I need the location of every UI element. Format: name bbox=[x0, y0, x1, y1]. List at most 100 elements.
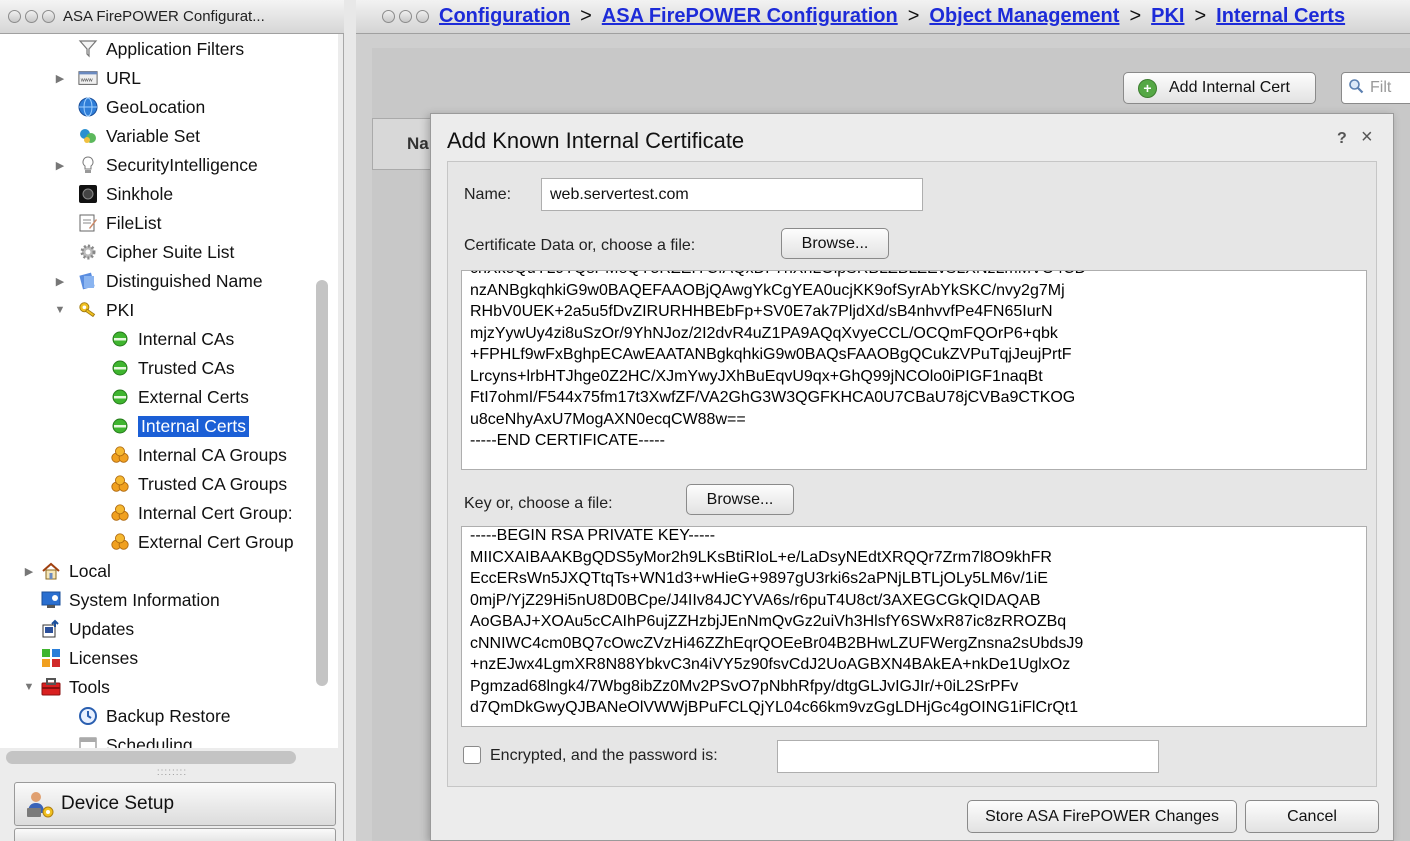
tree-item-label: FileList bbox=[106, 212, 162, 233]
breadcrumb-separator: > bbox=[580, 5, 592, 27]
window-minimize-button[interactable] bbox=[25, 10, 38, 23]
encrypted-checkbox[interactable] bbox=[463, 746, 481, 764]
window-zoom-button[interactable] bbox=[42, 10, 55, 23]
key-text-line: Pgmzad68lngk4/7Wbg8ibZz0Mv2PSvO7pNbhRfpy… bbox=[470, 677, 1019, 695]
certificate-browse-button[interactable]: Browse... bbox=[781, 228, 889, 259]
disclosure-collapsed-icon[interactable]: ▶ bbox=[54, 159, 66, 172]
tree-vertical-scroll-thumb[interactable] bbox=[316, 280, 328, 686]
breadcrumb-object-management[interactable]: Object Management bbox=[929, 5, 1119, 28]
tree-item-internal-cas[interactable]: Internal CAs bbox=[110, 325, 234, 354]
tree-item-label: URL bbox=[106, 67, 142, 88]
dialog-title: Add Known Internal Certificate bbox=[447, 128, 745, 153]
tree-item-licenses[interactable]: Licenses bbox=[41, 644, 138, 673]
tree-item-tools[interactable]: ▼ Tools bbox=[24, 673, 110, 702]
tree-item-scheduling[interactable]: Scheduling bbox=[78, 731, 193, 748]
breadcrumb-pki[interactable]: PKI bbox=[1151, 5, 1184, 28]
tree-item-label: GeoLocation bbox=[106, 96, 206, 117]
certificate-text-line: u8ceNhyAxU7MogAXN0ecqCW88w== bbox=[470, 410, 746, 428]
key-textarea[interactable]: -----BEGIN RSA PRIVATE KEY----- MIICXAIBA… bbox=[461, 526, 1367, 727]
tree-item-distinguished-name[interactable]: ▶ Distinguished Name bbox=[56, 267, 263, 296]
tree-item-geolocation[interactable]: GeoLocation bbox=[78, 93, 205, 122]
table-header-name-label: Na bbox=[407, 134, 429, 153]
dialog-form-panel: Name: web.servertest.com Certificate Dat… bbox=[447, 161, 1377, 787]
certificate-text-line: Lrcyns+lrbHTJhge0Z2HC/XJmYwyJXhBuEqvU9qx… bbox=[470, 367, 1043, 385]
tree-item-trusted-cas[interactable]: Trusted CAs bbox=[110, 354, 235, 383]
tree-item-label: Distinguished Name bbox=[106, 270, 263, 291]
toolbox-icon bbox=[41, 677, 61, 697]
breadcrumb-separator: > bbox=[1129, 5, 1142, 27]
tree-item-variable-set[interactable]: Variable Set bbox=[78, 122, 200, 151]
tree-item-label: Variable Set bbox=[106, 125, 201, 146]
disclosure-expanded-icon[interactable]: ▼ bbox=[23, 681, 35, 693]
breadcrumb-separator: > bbox=[1194, 5, 1207, 27]
key-text-line: MIICXAIBAAKBgQDS5yMor2h9LKsBtiRIoL+e/LaD… bbox=[470, 548, 1052, 566]
right-minimize-button[interactable] bbox=[399, 10, 412, 23]
cancel-button[interactable]: Cancel bbox=[1245, 800, 1379, 833]
certificate-data-textarea[interactable]: cnXkoQuYL9TQsPMeQY5RZEIYCfAQxDF7nXhLOlpS… bbox=[461, 270, 1367, 470]
store-asa-firepower-changes-button[interactable]: Store ASA FirePOWER Changes bbox=[967, 800, 1237, 833]
add-internal-cert-button[interactable]: + Add Internal Cert bbox=[1123, 72, 1316, 104]
filter-icon bbox=[78, 39, 98, 59]
tree-item-internal-ca-groups[interactable]: Internal CA Groups bbox=[110, 441, 287, 470]
pane-splitter-grip[interactable]: :::::::: bbox=[0, 767, 344, 779]
tree-item-external-cert-group[interactable]: External Cert Group bbox=[110, 528, 294, 557]
left-navigation-pane: ASA FirePOWER Configurat... Application … bbox=[0, 0, 344, 841]
bulb-icon bbox=[78, 155, 98, 175]
disclosure-collapsed-icon[interactable]: ▶ bbox=[54, 72, 66, 85]
close-icon[interactable]: × bbox=[1361, 126, 1373, 149]
right-zoom-button[interactable] bbox=[416, 10, 429, 23]
search-icon bbox=[1348, 78, 1364, 99]
tree-item-label: Tools bbox=[69, 676, 110, 697]
password-field[interactable] bbox=[777, 740, 1159, 773]
key-text-line: +nzEJwx4LgmXR8N88YbkvC3n4iVY5z90fsvCdJ2U… bbox=[470, 656, 1071, 673]
cert-green-icon bbox=[110, 329, 130, 349]
tree-item-cipher-suite-list[interactable]: Cipher Suite List bbox=[78, 238, 234, 267]
next-nav-button-partial[interactable] bbox=[14, 828, 336, 841]
tree-item-application-filters[interactable]: Application Filters bbox=[78, 35, 244, 64]
device-setup-icon bbox=[25, 789, 55, 819]
disclosure-collapsed-icon[interactable]: ▶ bbox=[23, 565, 35, 578]
tree-item-internal-certs[interactable]: Internal Certs bbox=[110, 412, 250, 441]
add-plus-icon: + bbox=[1138, 78, 1157, 98]
disclosure-collapsed-icon[interactable]: ▶ bbox=[54, 275, 66, 288]
window-close-button[interactable] bbox=[8, 10, 21, 23]
tree-item-trusted-ca-groups[interactable]: Trusted CA Groups bbox=[110, 470, 287, 499]
right-close-button[interactable] bbox=[382, 10, 395, 23]
breadcrumb: Configuration > ASA FirePOWER Configurat… bbox=[356, 0, 1410, 34]
breadcrumb-internal-certs[interactable]: Internal Certs bbox=[1216, 5, 1345, 28]
breadcrumb-separator: > bbox=[907, 5, 920, 27]
name-field[interactable]: web.servertest.com bbox=[541, 178, 923, 211]
key-browse-button[interactable]: Browse... bbox=[686, 484, 794, 515]
tree-item-backup-restore[interactable]: Backup Restore bbox=[78, 702, 231, 731]
tree-item-updates[interactable]: Updates bbox=[41, 615, 134, 644]
tree-item-internal-cert-group[interactable]: Internal Cert Group: bbox=[110, 499, 293, 528]
tree-item-label: Trusted CA Groups bbox=[138, 473, 288, 494]
filter-placeholder: Filt bbox=[1370, 79, 1392, 96]
tree-horizontal-scrollbar[interactable] bbox=[6, 751, 296, 764]
disclosure-expanded-icon[interactable]: ▼ bbox=[54, 304, 66, 316]
key-text-line: 0mjP/YjZ29Hi5nU8D0BCpe/J4IIv84JCYVA6s/r6… bbox=[470, 591, 1041, 609]
breadcrumb-asa-firepower-configuration[interactable]: ASA FirePOWER Configuration bbox=[602, 5, 898, 28]
tree-vertical-scrollbar[interactable] bbox=[316, 280, 330, 690]
tree-item-label: Application Filters bbox=[106, 38, 245, 59]
help-icon[interactable]: ? bbox=[1337, 130, 1347, 148]
add-internal-cert-label: Add Internal Cert bbox=[1169, 79, 1290, 96]
tree-item-label: Updates bbox=[69, 618, 135, 639]
navigation-tree: Application Filters ▶ www URL GeoLocation Var… bbox=[0, 34, 338, 748]
tree-item-pki[interactable]: ▼ PKI bbox=[55, 296, 135, 325]
breadcrumb-configuration[interactable]: Configuration bbox=[439, 5, 570, 28]
filter-input[interactable]: Filt bbox=[1341, 72, 1410, 104]
certificate-text-line: RHbV0UEK+2a5u5fDvZIRURHHBEbFp+SV0E7ak7Pl… bbox=[470, 303, 1053, 320]
tree-item-securityintelligence[interactable]: ▶ SecurityIntelligence bbox=[56, 151, 258, 180]
add-known-internal-certificate-dialog: Add Known Internal Certificate ? × Name:… bbox=[430, 113, 1394, 841]
tree-item-filelist[interactable]: FileList bbox=[78, 209, 161, 238]
tree-item-sinkhole[interactable]: Sinkhole bbox=[78, 180, 173, 209]
tree-item-url[interactable]: ▶ www URL bbox=[56, 64, 142, 93]
calendar-icon bbox=[78, 735, 98, 748]
tree-item-external-certs[interactable]: External Certs bbox=[110, 383, 249, 412]
tree-item-label: PKI bbox=[106, 299, 135, 320]
tree-item-local[interactable]: ▶ Local bbox=[25, 557, 111, 586]
device-setup-nav-button[interactable]: Device Setup bbox=[14, 782, 336, 826]
certificate-text-line: FtI7ohmI/F544x75fm17t3XwfZF/VA2GhG3W3QGF… bbox=[470, 389, 1076, 406]
tree-item-system-information[interactable]: System Information bbox=[41, 586, 220, 615]
